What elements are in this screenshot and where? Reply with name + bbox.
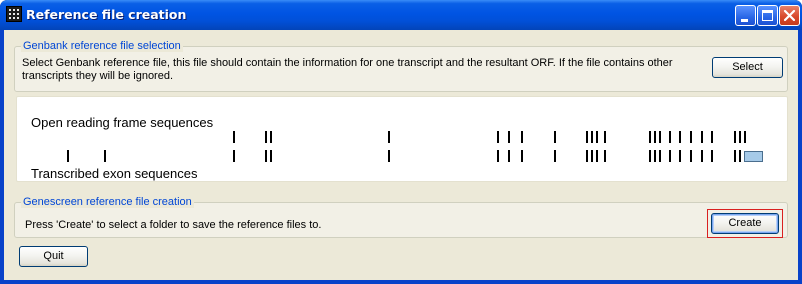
orf-marker[interactable] [604, 131, 606, 143]
genescreen-description: Press 'Create' to select a folder to sav… [25, 219, 322, 231]
orf-label: Open reading frame sequences [31, 115, 214, 130]
exon-marker[interactable] [596, 150, 598, 162]
genbank-group-legend: Genbank reference file selection [21, 40, 183, 52]
close-icon [783, 9, 796, 22]
exon-marker[interactable] [591, 150, 593, 162]
genescreen-creation-group: Genescreen reference file creation Press… [14, 196, 788, 238]
quit-button[interactable]: Quit [19, 246, 88, 267]
orf-marker[interactable] [586, 131, 588, 143]
exon-marker[interactable] [508, 150, 510, 162]
orf-marker[interactable] [521, 131, 523, 143]
orf-marker[interactable] [739, 131, 741, 143]
exon-selected-region[interactable] [744, 151, 763, 162]
select-button[interactable]: Select [712, 57, 783, 78]
window-frame-right [798, 30, 802, 284]
exon-marker[interactable] [669, 150, 671, 162]
orf-marker[interactable] [591, 131, 593, 143]
orf-marker[interactable] [265, 131, 267, 143]
exon-marker[interactable] [649, 150, 651, 162]
exon-marker[interactable] [690, 150, 692, 162]
minimize-icon [741, 19, 748, 22]
orf-marker[interactable] [711, 131, 713, 143]
orf-marker[interactable] [701, 131, 703, 143]
exon-marker[interactable] [497, 150, 499, 162]
orf-marker[interactable] [669, 131, 671, 143]
maximize-button[interactable] [757, 5, 778, 26]
genbank-description: Select Genbank reference file, this file… [22, 57, 673, 82]
exon-marker[interactable] [711, 150, 713, 162]
orf-marker[interactable] [654, 131, 656, 143]
orf-marker[interactable] [659, 131, 661, 143]
exon-marker[interactable] [586, 150, 588, 162]
orf-marker[interactable] [554, 131, 556, 143]
exon-marker[interactable] [679, 150, 681, 162]
orf-marker[interactable] [508, 131, 510, 143]
genbank-selection-group: Genbank reference file selection Select … [14, 40, 788, 92]
exon-marker[interactable] [388, 150, 390, 162]
genescreen-group-legend: Genescreen reference file creation [21, 196, 194, 208]
exon-marker[interactable] [654, 150, 656, 162]
orf-marker[interactable] [497, 131, 499, 143]
orf-marker[interactable] [679, 131, 681, 143]
orf-marker[interactable] [233, 131, 235, 143]
client-area: Genbank reference file selection Select … [4, 30, 798, 280]
exon-marker[interactable] [659, 150, 661, 162]
window-title: Reference file creation [26, 7, 187, 22]
reference-file-window: Reference file creation Genbank referenc… [0, 0, 802, 284]
exon-marker[interactable] [67, 150, 69, 162]
exon-marker[interactable] [104, 150, 106, 162]
orf-marker[interactable] [744, 131, 746, 143]
orf-marker[interactable] [690, 131, 692, 143]
title-bar[interactable]: Reference file creation [0, 0, 802, 30]
exon-track [17, 150, 787, 162]
exon-marker[interactable] [233, 150, 235, 162]
exon-marker[interactable] [739, 150, 741, 162]
create-button[interactable]: Create [711, 213, 779, 234]
sequence-view-panel: Open reading frame sequences Transcribed… [16, 96, 788, 182]
orf-marker[interactable] [734, 131, 736, 143]
minimize-button[interactable] [735, 5, 756, 26]
exon-marker[interactable] [701, 150, 703, 162]
maximize-icon [762, 10, 773, 21]
exon-marker[interactable] [521, 150, 523, 162]
window-frame-bottom [0, 280, 802, 284]
orf-marker[interactable] [596, 131, 598, 143]
exon-marker[interactable] [554, 150, 556, 162]
exon-marker[interactable] [270, 150, 272, 162]
exon-marker[interactable] [604, 150, 606, 162]
close-button[interactable] [779, 5, 800, 26]
orf-track [17, 131, 787, 143]
exon-marker[interactable] [265, 150, 267, 162]
exon-label: Transcribed exon sequences [31, 166, 198, 181]
orf-marker[interactable] [649, 131, 651, 143]
app-grid-icon [6, 6, 22, 22]
orf-marker[interactable] [270, 131, 272, 143]
orf-marker[interactable] [388, 131, 390, 143]
exon-marker[interactable] [734, 150, 736, 162]
